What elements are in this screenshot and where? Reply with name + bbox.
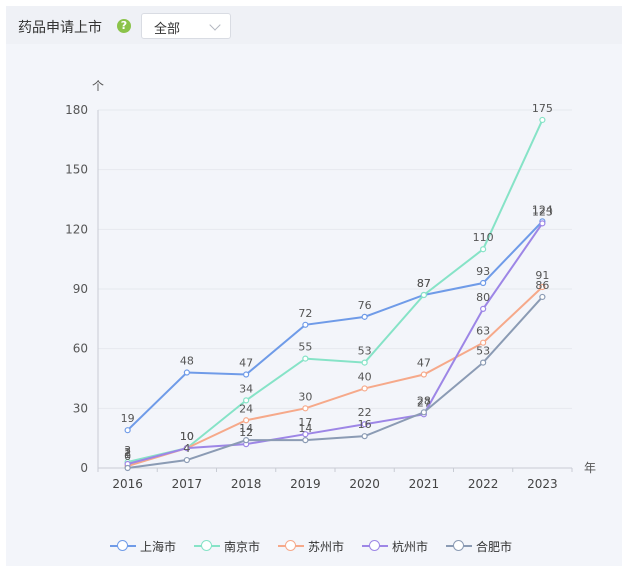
data-label: 80 xyxy=(476,291,490,304)
data-point xyxy=(183,369,190,376)
data-point xyxy=(361,359,368,366)
x-tick-label: 2019 xyxy=(290,477,321,491)
data-point xyxy=(302,355,309,362)
legend-item[interactable]: 合肥市 xyxy=(446,536,512,556)
legend-marker-icon xyxy=(362,539,388,553)
data-label: 123 xyxy=(532,205,553,218)
data-label: 53 xyxy=(476,345,490,358)
legend-item[interactable]: 南京市 xyxy=(194,536,260,556)
data-label: 63 xyxy=(476,325,490,338)
data-label: 14 xyxy=(298,422,312,435)
data-point xyxy=(183,456,190,464)
data-point xyxy=(361,313,368,320)
legend-marker-icon xyxy=(278,539,304,553)
x-tick-label: 2016 xyxy=(112,477,143,491)
x-tick-label: 2021 xyxy=(409,477,440,491)
y-tick-label: 90 xyxy=(73,282,88,296)
data-point xyxy=(539,116,546,124)
y-unit-label: 个 xyxy=(92,79,104,93)
legend-label: 上海市 xyxy=(140,539,177,554)
data-label: 87 xyxy=(417,277,431,290)
legend-marker-icon xyxy=(110,539,136,553)
data-label: 72 xyxy=(298,307,312,320)
data-label: 0 xyxy=(124,450,131,463)
data-point xyxy=(420,371,427,378)
data-point xyxy=(302,405,309,412)
data-label: 86 xyxy=(535,279,549,292)
data-point xyxy=(302,321,309,328)
data-point xyxy=(124,427,131,434)
data-label: 76 xyxy=(358,299,372,312)
data-label: 30 xyxy=(298,390,312,403)
data-point xyxy=(361,385,368,392)
legend-marker-icon xyxy=(194,539,220,553)
legend-item[interactable]: 杭州市 xyxy=(362,536,428,556)
data-label: 175 xyxy=(532,102,553,115)
data-label: 14 xyxy=(239,422,253,435)
data-point xyxy=(420,409,427,416)
data-label: 24 xyxy=(239,402,253,415)
data-point xyxy=(539,293,546,301)
data-point xyxy=(480,305,487,312)
data-point xyxy=(124,464,131,472)
x-unit-label: 年 xyxy=(584,461,596,475)
data-point xyxy=(420,291,427,299)
data-point xyxy=(539,220,546,227)
data-label: 40 xyxy=(358,370,372,383)
y-tick-label: 0 xyxy=(80,461,88,475)
x-tick-label: 2020 xyxy=(349,477,380,491)
legend-label: 南京市 xyxy=(224,539,261,554)
data-label: 4 xyxy=(183,442,190,455)
data-label: 48 xyxy=(180,355,194,368)
data-label: 28 xyxy=(417,394,431,407)
x-tick-label: 2017 xyxy=(172,477,203,491)
data-label: 16 xyxy=(358,418,372,431)
y-tick-label: 60 xyxy=(73,342,88,356)
legend-marker-icon xyxy=(446,539,472,553)
data-label: 19 xyxy=(121,412,135,425)
y-tick-label: 180 xyxy=(65,103,88,117)
data-point xyxy=(480,279,487,287)
x-tick-label: 2018 xyxy=(231,477,262,491)
data-point xyxy=(361,433,368,440)
chart-legend: 上海市 南京市 苏州市 杭州市 合肥市 xyxy=(0,536,622,556)
data-point xyxy=(480,359,487,366)
y-tick-label: 150 xyxy=(65,163,88,177)
data-point xyxy=(480,246,487,253)
x-tick-label: 2023 xyxy=(527,477,558,491)
data-label: 93 xyxy=(476,265,490,278)
legend-item[interactable]: 苏州市 xyxy=(278,536,344,556)
legend-label: 杭州市 xyxy=(392,539,429,554)
legend-item[interactable]: 上海市 xyxy=(110,536,176,556)
data-label: 34 xyxy=(239,382,253,395)
x-tick-label: 2022 xyxy=(468,477,499,491)
data-label: 47 xyxy=(417,357,431,370)
data-label: 53 xyxy=(358,345,372,358)
legend-label: 合肥市 xyxy=(476,539,513,554)
data-label: 110 xyxy=(473,231,494,244)
line-chart: 0 30 60 90 120 150 180 个年 2016 2017 2018 2019 2020 20… xyxy=(65,79,596,491)
y-tick-label: 30 xyxy=(73,401,88,415)
data-label: 55 xyxy=(298,341,312,354)
y-tick-label: 120 xyxy=(65,222,88,236)
data-point xyxy=(243,371,250,378)
data-point xyxy=(302,437,309,444)
data-label: 47 xyxy=(239,357,253,370)
legend-label: 苏州市 xyxy=(308,539,345,554)
